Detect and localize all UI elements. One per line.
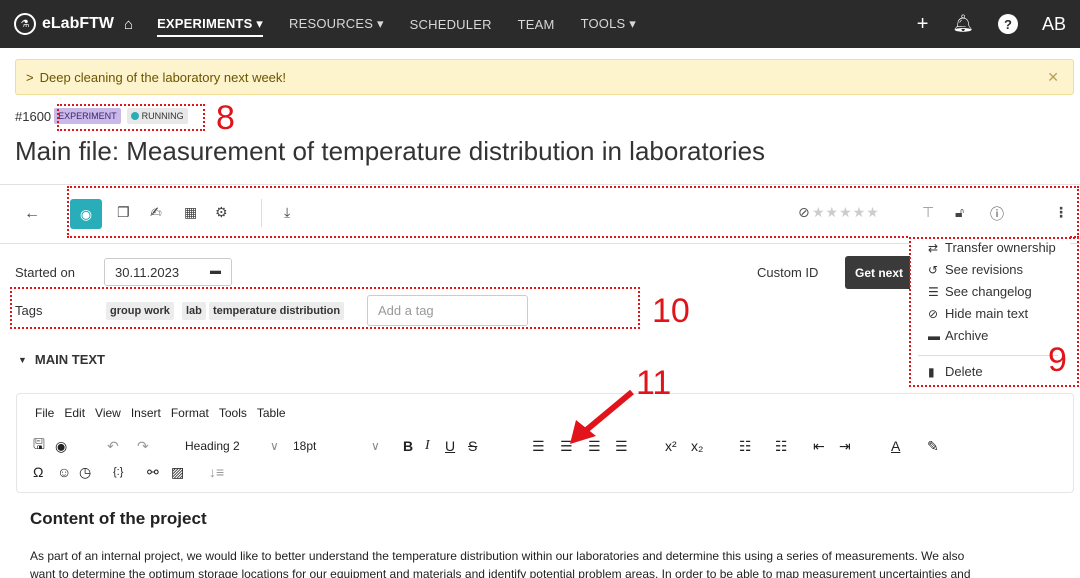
editor-content[interactable]: Content of the project As part of an int… [30,509,1070,578]
indent-icon[interactable]: ⇥ [839,438,851,455]
editor-toolbar-row-2: Ω ☺ ◷ {:} ⚯ ▨ ↓≡ [17,462,1075,482]
menu-insert[interactable]: Insert [131,406,161,420]
superscript-icon[interactable]: x² [665,438,677,454]
nav-team[interactable]: TEAM [518,17,555,32]
get-next-button[interactable]: Get next [845,256,915,289]
caret-down-icon: ▼ [18,354,27,365]
close-icon[interactable]: ✕ [1047,69,1059,86]
started-on-label: Started on [15,265,75,280]
link-icon[interactable]: ⚯ [147,464,159,481]
menu-tools[interactable]: Tools [219,406,247,420]
custom-id-label: Custom ID [757,265,819,280]
line-height-icon[interactable]: ↓≡ [209,464,224,480]
save-icon[interactable]: 🖫︎ [33,434,45,458]
image-icon[interactable]: ▨ [171,464,184,481]
menu-table[interactable]: Table [257,406,286,420]
main-text-toggle[interactable]: ▼ MAIN TEXT [18,352,105,367]
special-char-icon[interactable]: Ω [33,464,43,480]
home-icon[interactable]: ⌂ [124,16,133,33]
nav-resources[interactable]: RESOURCES ▾ [289,16,384,32]
undo-icon[interactable]: ↶ [107,438,119,455]
annotation-arrow [570,389,634,444]
elabftw-logo-icon: ⚗ [14,13,36,35]
bell-icon[interactable]: 🔔︎ [952,14,974,34]
block-format-value: Heading 2 [185,439,240,453]
chevron-down-icon: ∨ [270,439,279,453]
top-navbar: ⚗ eLabFTW ⌂ EXPERIMENTS ▾ RESOURCES ▾ SC… [0,0,1080,48]
chevron-right-icon: > [26,69,34,85]
chevron-down-icon: ∨ [371,439,380,453]
annotation-11: 11 [636,364,672,402]
nav-tools[interactable]: TOOLS ▾ [581,16,636,32]
announcement-alert: > Deep cleaning of the laboratory next w… [15,59,1074,95]
font-size-value: 18pt [293,439,317,453]
annotation-box-toolbar [67,186,1079,238]
calendar-picker-icon[interactable]: ▬ [210,265,221,279]
underline-icon[interactable]: U [445,438,455,454]
brand-name: eLabFTW [42,15,114,32]
alert-message: Deep cleaning of the laboratory next wee… [39,69,287,85]
numbered-list-icon[interactable]: ☷ [775,438,788,455]
preview-icon[interactable]: ◉ [55,438,67,455]
emoji-icon[interactable]: ☺ [57,464,71,480]
started-on-date-input[interactable]: 30.11.2023 ▬ [104,258,232,286]
align-left-icon[interactable]: ☰ [532,438,545,455]
annotation-10: 10 [652,292,690,330]
content-line-1: As part of an internal project, we would… [30,549,965,563]
annotation-box-8 [57,104,205,131]
menu-view[interactable]: View [95,406,121,420]
date-value: 30.11.2023 [115,265,180,280]
code-icon[interactable]: {:} [113,466,123,478]
text-color-icon[interactable]: A [891,438,900,454]
entity-id: #1600 [15,108,52,124]
redo-icon[interactable]: ↷ [137,438,149,455]
content-heading: Content of the project [30,509,207,528]
annotation-box-10 [10,287,640,329]
menu-format[interactable]: Format [171,406,209,420]
main-text-label: MAIN TEXT [34,352,105,367]
page-title: Main file: Measurement of temperature di… [15,136,766,166]
strikethrough-icon[interactable]: S [468,438,477,454]
nav-scheduler[interactable]: SCHEDULER [410,17,492,32]
clock-icon[interactable]: ◷ [79,464,91,481]
highlight-icon[interactable]: ✎ [927,438,939,455]
editor-menubar: File Edit View Insert Format Tools Table [35,406,296,420]
content-paragraph: As part of an internal project, we would… [30,547,1070,578]
annotation-8: 8 [216,99,235,137]
italic-icon[interactable]: I [425,438,430,454]
brand[interactable]: ⚗ eLabFTW [14,13,114,35]
outdent-icon[interactable]: ⇤ [813,438,825,455]
content-line-2: want to determine the optimum storage lo… [30,567,971,578]
bullet-list-icon[interactable]: ☷ [739,438,752,455]
user-avatar[interactable]: AB [1042,14,1066,35]
menu-file[interactable]: File [35,406,54,420]
annotation-9: 9 [1048,341,1067,379]
navbar-right: + 🔔︎ ? AB [893,0,1066,48]
plus-icon[interactable]: + [917,13,929,36]
editor-toolbar-row-1: 🖫︎ ◉ ↶ ↷ Heading 2 ∨ 18pt ∨ B I U S ☰ ☰ … [17,436,1075,456]
nav-experiments[interactable]: EXPERIMENTS ▾ [157,16,263,37]
bold-icon[interactable]: B [403,438,413,454]
menu-edit[interactable]: Edit [64,406,85,420]
rich-text-editor: File Edit View Insert Format Tools Table… [16,393,1074,493]
back-arrow-icon[interactable]: ← [24,205,40,223]
subscript-icon[interactable]: x₂ [691,438,703,454]
help-icon[interactable]: ? [997,14,1018,34]
